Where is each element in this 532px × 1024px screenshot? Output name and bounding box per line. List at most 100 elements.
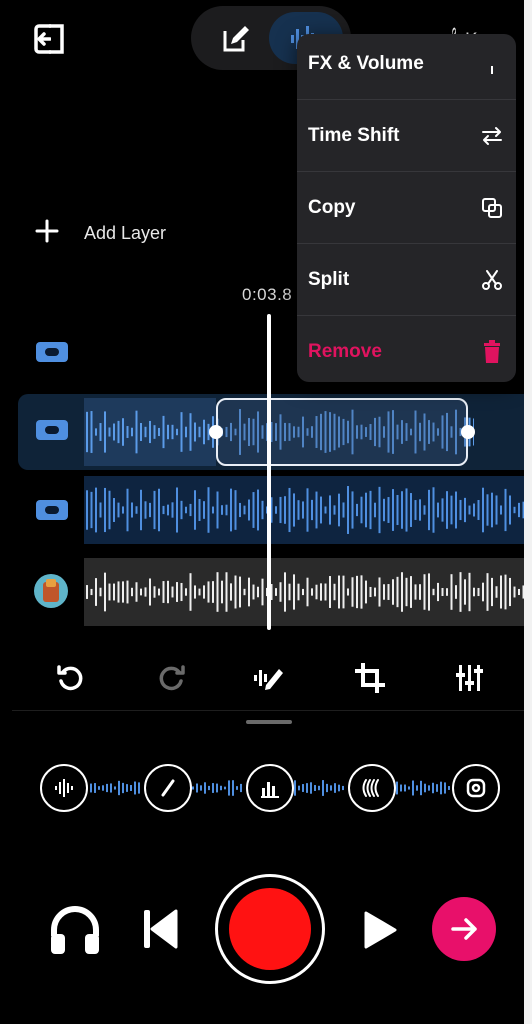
waveform-bar — [198, 426, 201, 438]
magic-pencil-icon[interactable] — [251, 660, 287, 696]
write-mode-button[interactable] — [199, 12, 273, 64]
selection-start-handle[interactable] — [209, 425, 223, 439]
waveform-bar — [86, 490, 88, 530]
echo-effect-button[interactable] — [348, 764, 396, 812]
waveform-bar — [342, 502, 345, 518]
track-4-avatar[interactable] — [34, 574, 68, 608]
connector-bar — [396, 781, 398, 795]
waveform-bar — [95, 487, 97, 533]
waveform-bar — [468, 505, 471, 515]
waveform-bar — [423, 574, 426, 610]
waveform-bar — [113, 498, 115, 522]
eq-bars-icon — [261, 782, 279, 798]
waveform-bar — [140, 489, 142, 531]
waveform-bar — [113, 583, 115, 601]
eq-effect-button[interactable] — [246, 764, 294, 812]
waveform-bar — [324, 583, 327, 601]
waveform-bar — [288, 487, 291, 533]
connector-bar — [138, 782, 140, 794]
menu-item-copy[interactable]: Copy — [297, 172, 516, 244]
waveform-bar — [252, 492, 255, 528]
connector-bar — [102, 785, 104, 791]
connector-bar — [448, 786, 450, 790]
waveform-bar — [108, 490, 111, 530]
waveform-bar — [333, 583, 336, 601]
connector-bar — [240, 783, 242, 793]
edit-note-icon — [223, 26, 249, 52]
waveform-bar — [234, 490, 237, 530]
connector-bar — [134, 781, 136, 795]
waveform-bar — [450, 495, 453, 525]
waveform-bar — [99, 423, 102, 441]
scissors-icon — [480, 268, 504, 292]
track-2-cassette-icon[interactable] — [36, 420, 68, 440]
waveform-bar — [383, 584, 385, 600]
track-1-cassette-icon[interactable] — [36, 342, 68, 362]
menu-item-remove[interactable]: Remove — [297, 316, 516, 382]
waveform-bar — [491, 577, 493, 607]
waveform-bar — [230, 488, 232, 532]
waveform-bar — [504, 574, 507, 610]
waveform-bar — [401, 572, 403, 612]
waveform-bar — [248, 499, 250, 521]
menu-item-fx-volume[interactable]: FX & Volume — [297, 34, 516, 100]
crop-icon[interactable] — [352, 660, 388, 696]
waveform-bar — [513, 586, 516, 598]
selection-end-handle[interactable] — [461, 425, 475, 439]
skip-back-icon[interactable] — [142, 908, 180, 955]
waveform-bar — [500, 505, 502, 515]
waveform-bar — [374, 587, 376, 597]
waveform-bar — [423, 505, 426, 515]
waveform-bar — [464, 497, 466, 523]
waveform-bar — [203, 585, 205, 599]
menu-item-split[interactable]: Split — [297, 244, 516, 316]
exit-icon[interactable] — [32, 22, 66, 61]
waveform-bar — [522, 501, 524, 519]
waveform-bar — [338, 493, 340, 527]
menu-item-label: FX & Volume — [308, 52, 424, 74]
waveform-bar — [252, 584, 255, 600]
waveform-bar — [180, 412, 183, 452]
waveform-bar — [194, 422, 196, 442]
waveform-bar — [351, 577, 354, 607]
waveform-bar — [275, 506, 277, 514]
connector-bar — [436, 784, 438, 792]
record-button[interactable] — [215, 874, 325, 984]
waveform-bar — [140, 588, 142, 596]
connector-bar — [326, 783, 328, 793]
add-layer-button[interactable]: Add Layer — [34, 218, 166, 248]
headphones-icon[interactable] — [48, 904, 102, 961]
waveform-bar — [315, 584, 318, 600]
connector-bar — [330, 785, 332, 791]
waveform-bar — [441, 587, 444, 597]
waveform-bar — [225, 572, 228, 612]
waveform-bar — [329, 576, 331, 608]
menu-item-label: Time Shift — [308, 124, 400, 146]
waveform-bar — [414, 500, 417, 520]
connector-bar — [400, 784, 402, 792]
slash-effect-button[interactable] — [144, 764, 192, 812]
waveform-bar — [405, 488, 408, 532]
waveform-bar — [392, 489, 394, 531]
waveform-bar — [135, 506, 138, 514]
waveform-bar — [176, 428, 178, 436]
drag-handle[interactable] — [246, 720, 292, 724]
waveform-bar — [185, 426, 187, 438]
waveform-bar — [509, 495, 511, 525]
waveform-effect-button[interactable] — [40, 764, 88, 812]
playhead-line[interactable] — [267, 314, 271, 630]
undo-icon[interactable] — [52, 660, 88, 696]
waveform-bar — [194, 585, 196, 599]
mixer-icon[interactable] — [452, 660, 488, 696]
menu-item-time-shift[interactable]: Time Shift — [297, 100, 516, 172]
next-button[interactable] — [432, 897, 496, 961]
play-icon[interactable] — [362, 910, 398, 955]
waveform-bar — [410, 576, 412, 608]
selection-range[interactable] — [216, 398, 468, 466]
target-effect-button[interactable] — [452, 764, 500, 812]
swap-arrows-icon — [480, 124, 504, 148]
waveform-bar — [293, 574, 295, 610]
redo-icon[interactable] — [154, 660, 190, 696]
waveform-bar — [212, 506, 214, 514]
track-3-cassette-icon[interactable] — [36, 500, 68, 520]
